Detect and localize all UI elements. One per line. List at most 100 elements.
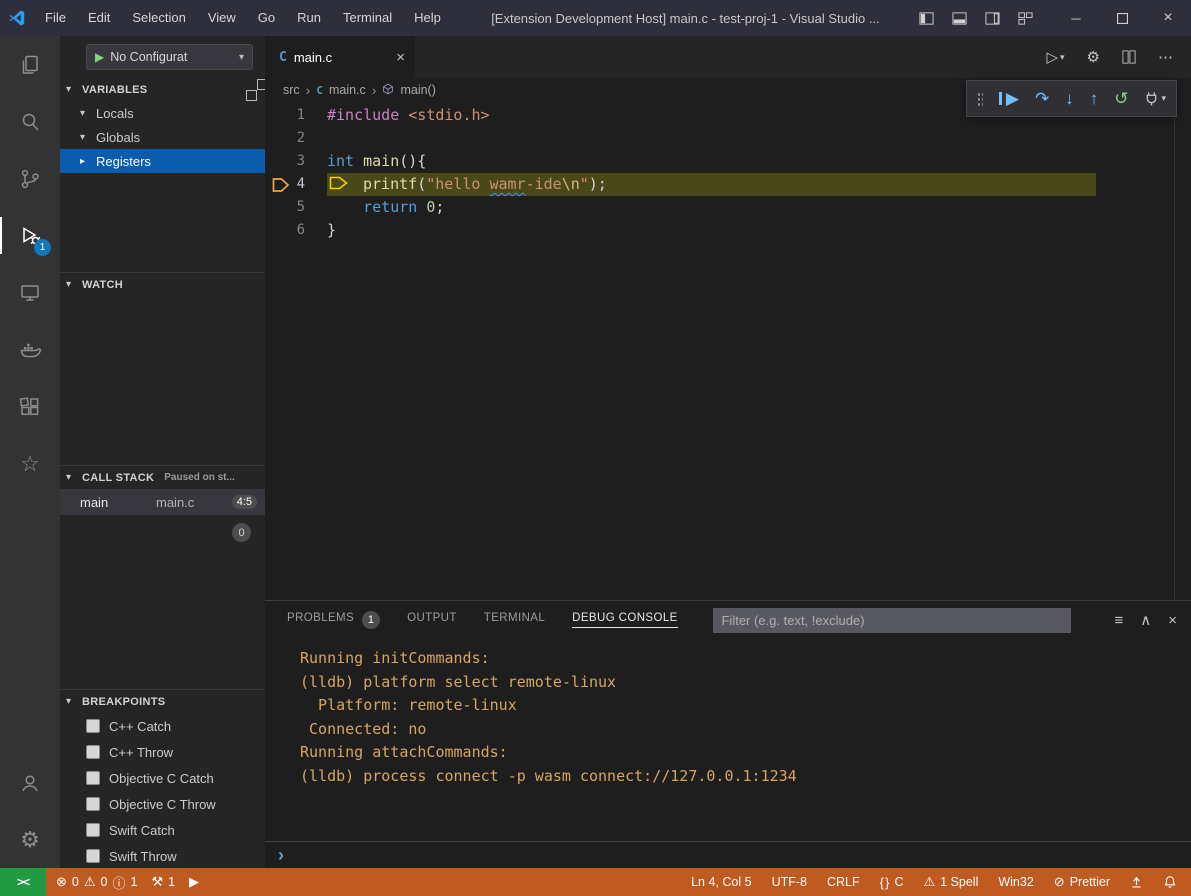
formatter-status[interactable]: ⊘Prettier (1054, 874, 1110, 890)
toggle-sidebar-icon[interactable] (919, 11, 934, 26)
warning-icon: ⚠ (923, 874, 935, 890)
code-line-6[interactable]: 6} (265, 219, 1191, 242)
step-over-icon[interactable]: ↷ (1035, 90, 1049, 107)
explorer-icon[interactable] (0, 36, 60, 93)
call-stack-header[interactable]: ▾ CALL STACK Paused on st... (60, 466, 265, 489)
menu-help[interactable]: Help (403, 0, 452, 36)
checkbox[interactable] (86, 719, 100, 733)
window-controls: ─ × (1053, 0, 1191, 36)
minimize-button[interactable]: ─ (1053, 0, 1099, 36)
code-line-2[interactable]: 2 (265, 127, 1191, 150)
cursor-position[interactable]: Ln 4, Col 5 (691, 875, 751, 889)
menu-view[interactable]: View (197, 0, 247, 36)
misc-status-icon[interactable] (1130, 876, 1143, 889)
close-button[interactable]: × (1145, 0, 1191, 36)
continue-icon[interactable]: ▶ (999, 90, 1019, 107)
maximize-panel-icon[interactable]: ∧ (1140, 611, 1151, 629)
platform-indicator[interactable]: Win32 (998, 875, 1033, 889)
breakpoint-objective-c-throw[interactable]: Objective C Throw (60, 791, 265, 817)
code-line-5[interactable]: 5 return 0; (265, 196, 1191, 219)
breakpoint-swift-catch[interactable]: Swift Catch (60, 817, 265, 843)
launch-config-dropdown[interactable]: ▶ No Configurat ▾ (86, 44, 253, 70)
variables-item-registers[interactable]: ▸Registers (60, 149, 265, 173)
chevron-down-icon: ▾ (239, 52, 244, 63)
language-mode[interactable]: { }C (880, 875, 904, 890)
checkbox[interactable] (86, 797, 100, 811)
watch-header[interactable]: ▾ WATCH (60, 273, 265, 296)
tab-main-c[interactable]: C main.c × (265, 36, 415, 78)
more-actions-icon[interactable]: ⋯ (1158, 48, 1173, 66)
panel-tab-problems[interactable]: PROBLEMS1 (287, 611, 380, 629)
toggle-secondary-sidebar-icon[interactable] (985, 11, 1000, 26)
menu-run[interactable]: Run (286, 0, 332, 36)
stack-frame-row[interactable]: main main.c 4:5 (60, 489, 265, 515)
checkbox[interactable] (86, 745, 100, 759)
step-into-icon[interactable]: ↓ (1065, 90, 1074, 107)
run-or-debug-icon[interactable]: ▷▾ (1046, 48, 1064, 66)
close-panel-icon[interactable]: × (1168, 612, 1177, 629)
start-debug-icon[interactable]: ▶ (95, 50, 104, 64)
checkbox[interactable] (86, 823, 100, 837)
slash-circle-icon: ⊘ (1054, 874, 1065, 890)
customize-layout-icon[interactable] (1018, 11, 1033, 26)
filter-lines-icon[interactable]: ≡ (1114, 612, 1123, 629)
breadcrumb-file[interactable]: main.c (329, 83, 366, 97)
code-line-4[interactable]: 4printf("hello wamr-ide\n"); (265, 173, 1191, 196)
tools-icon: ⚒ (151, 874, 163, 890)
console-filter-input[interactable] (713, 608, 1071, 633)
menu-file[interactable]: File (34, 0, 77, 36)
split-editor-icon[interactable] (1122, 50, 1136, 64)
tasks-status[interactable]: ⚒1 (151, 874, 175, 890)
variables-header[interactable]: ▾ VARIABLES (60, 78, 265, 101)
grip-icon[interactable] (977, 92, 983, 106)
call-stack-badge: 0 (232, 523, 251, 542)
extensions-icon[interactable] (0, 378, 60, 435)
breadcrumb-folder[interactable]: src (283, 83, 300, 97)
breakpoint-objective-c-catch[interactable]: Objective C Catch (60, 765, 265, 791)
menu-selection[interactable]: Selection (121, 0, 196, 36)
eol-indicator[interactable]: CRLF (827, 875, 860, 889)
breadcrumb-symbol[interactable]: main() (400, 83, 435, 97)
checkbox[interactable] (86, 849, 100, 863)
remote-explorer-icon[interactable] (0, 264, 60, 321)
menu-terminal[interactable]: Terminal (332, 0, 403, 36)
run-and-debug-icon[interactable]: 1 (0, 207, 60, 264)
remote-indicator[interactable]: >< (0, 868, 46, 896)
restart-icon[interactable]: ↺ (1114, 90, 1128, 107)
breakpoint-swift-throw[interactable]: Swift Throw (60, 843, 265, 868)
docker-icon[interactable] (0, 321, 60, 378)
spell-checker-status[interactable]: ⚠1 Spell (923, 874, 978, 890)
breakpoint-c-catch[interactable]: C++ Catch (60, 713, 265, 739)
code-line-3[interactable]: 3int main(){ (265, 150, 1191, 173)
panel-tab-output[interactable]: OUTPUT (407, 612, 457, 628)
toggle-panel-icon[interactable] (952, 11, 967, 26)
maximize-button[interactable] (1099, 0, 1145, 36)
notifications-bell-icon[interactable] (1163, 875, 1177, 889)
disconnect-icon[interactable]: ▾ (1144, 91, 1166, 106)
chevron-right-icon: › (306, 82, 311, 98)
source-control-icon[interactable] (0, 150, 60, 207)
breakpoint-c-throw[interactable]: C++ Throw (60, 739, 265, 765)
code-editor[interactable]: 1#include <stdio.h>23int main(){4printf(… (265, 102, 1191, 600)
variables-item-globals[interactable]: ▾Globals (60, 125, 265, 149)
variables-item-locals[interactable]: ▾Locals (60, 101, 265, 125)
menu-go[interactable]: Go (247, 0, 286, 36)
panel-tab-debug-console[interactable]: DEBUG CONSOLE (572, 612, 678, 628)
debug-status-icon[interactable]: ▶ (189, 874, 199, 890)
debug-console-input[interactable]: › (265, 841, 1191, 868)
panel-tab-terminal[interactable]: TERMINAL (484, 612, 545, 628)
search-icon[interactable] (0, 93, 60, 150)
gear-icon[interactable]: ⚙ (1087, 48, 1100, 66)
menu-bar: FileEditSelectionViewGoRunTerminalHelp (34, 0, 452, 36)
checkbox[interactable] (86, 771, 100, 785)
encoding-indicator[interactable]: UTF-8 (772, 875, 807, 889)
breakpoints-header[interactable]: ▾ BREAKPOINTS (60, 690, 265, 713)
line-content: return 0; (327, 196, 1191, 219)
tab-close-icon[interactable]: × (396, 49, 405, 66)
settings-gear-icon[interactable]: ⚙ (0, 811, 60, 868)
menu-edit[interactable]: Edit (77, 0, 121, 36)
accounts-icon[interactable] (0, 754, 60, 811)
step-out-icon[interactable]: ↑ (1090, 90, 1099, 107)
star-icon[interactable]: ☆ (0, 435, 60, 492)
problems-status[interactable]: ⊗0 ⚠0 ⓘ1 (56, 873, 137, 892)
